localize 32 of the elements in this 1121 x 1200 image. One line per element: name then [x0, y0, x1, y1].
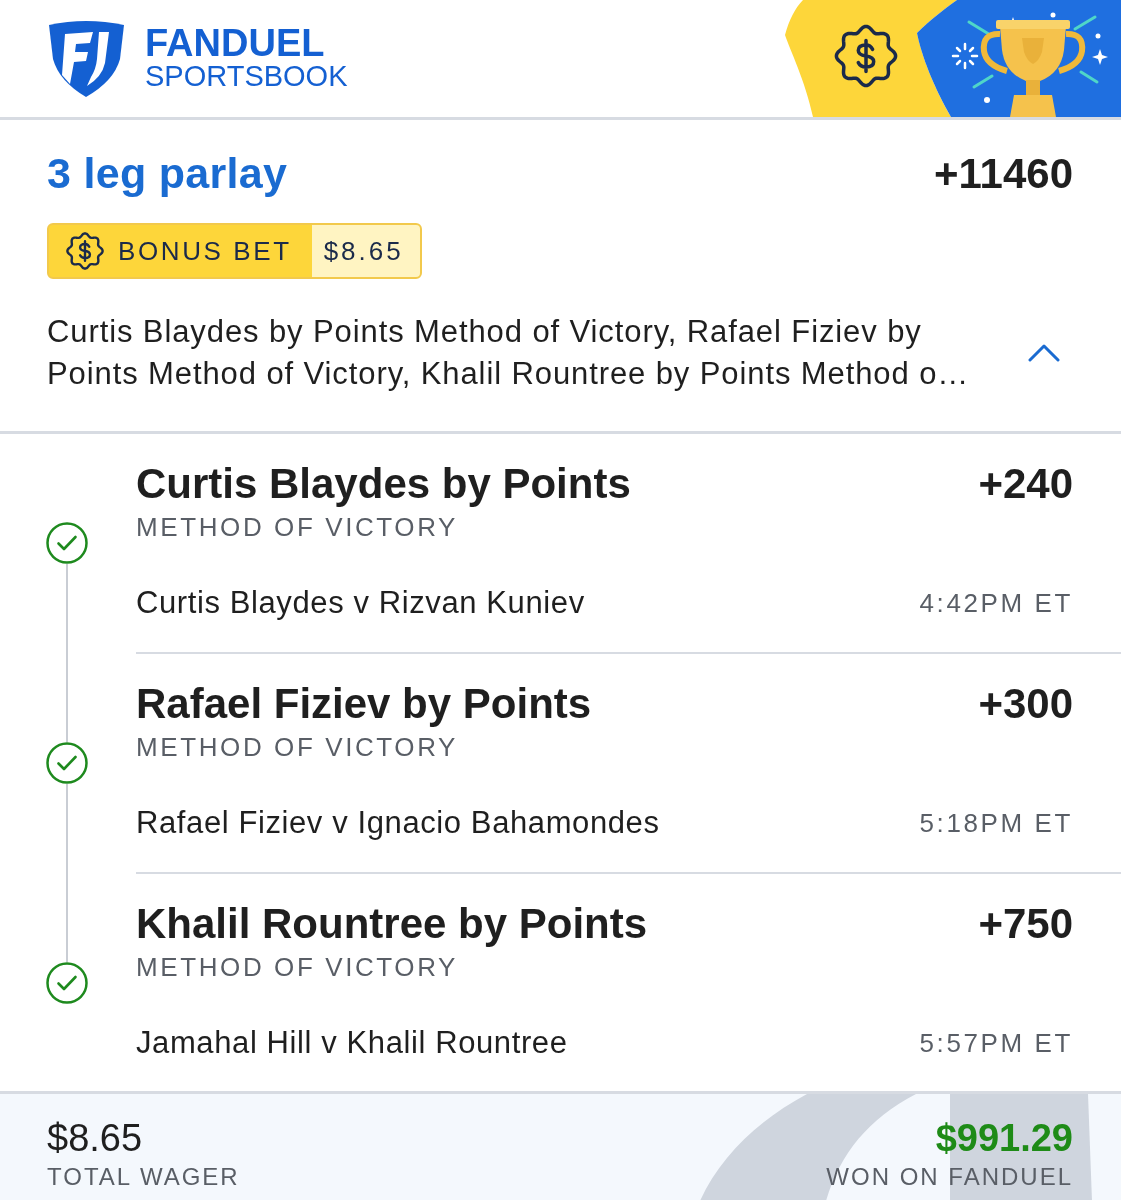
parlay-odds: +11460 — [934, 149, 1073, 199]
payout-label: WON ON FANDUEL — [826, 1162, 1073, 1192]
dollar-badge-icon — [66, 232, 104, 270]
event-time: 5:57PM ET — [919, 1027, 1073, 1060]
parlay-summary: Curtis Blaydes by Points Method of Victory, Rafael Fiziev by Points Method of Victory, Khalil Rountree by Points Method o… — [47, 313, 971, 393]
selection-title: Rafael Fiziev by Points — [136, 680, 592, 728]
chevron-up-icon[interactable] — [1028, 344, 1060, 362]
selection-title: Curtis Blaydes by Points — [136, 460, 631, 508]
leg-odds: +750 — [978, 900, 1073, 948]
payout-amount: $991.29 — [935, 1116, 1073, 1160]
total-wager-amount: $8.65 — [47, 1116, 144, 1160]
total-wager-label: TOTAL WAGER — [47, 1162, 240, 1192]
market-label: METHOD OF VICTORY — [136, 951, 460, 984]
bonus-bet-label: BONUS BET — [118, 236, 292, 266]
selection-title: Khalil Rountree by Points — [136, 900, 648, 948]
event-name: Jamahal Hill v Khalil Rountree — [136, 1025, 568, 1061]
brand-subtitle: SPORTSBOOK — [145, 60, 348, 92]
brand-name: FANDUEL — [145, 25, 326, 61]
event-name: Rafael Fiziev v Ignacio Bahamondes — [136, 805, 660, 841]
parlay-title: 3 leg parlay — [47, 148, 288, 198]
market-label: METHOD OF VICTORY — [136, 731, 460, 764]
shield-logo-icon — [49, 21, 124, 97]
bonus-panel[interactable] — [785, 0, 957, 117]
trophy-icon[interactable] — [980, 20, 1086, 117]
bonus-bet-amount: $8.65 — [311, 225, 420, 277]
leg-odds: +300 — [978, 680, 1073, 728]
dollar-badge-icon[interactable] — [834, 24, 898, 88]
event-time: 4:42PM ET — [919, 587, 1073, 620]
market-label: METHOD OF VICTORY — [136, 511, 460, 544]
event-name: Curtis Blaydes v Rizvan Kuniev — [136, 585, 585, 621]
event-time: 5:18PM ET — [919, 807, 1073, 840]
leg-odds: +240 — [978, 460, 1073, 508]
